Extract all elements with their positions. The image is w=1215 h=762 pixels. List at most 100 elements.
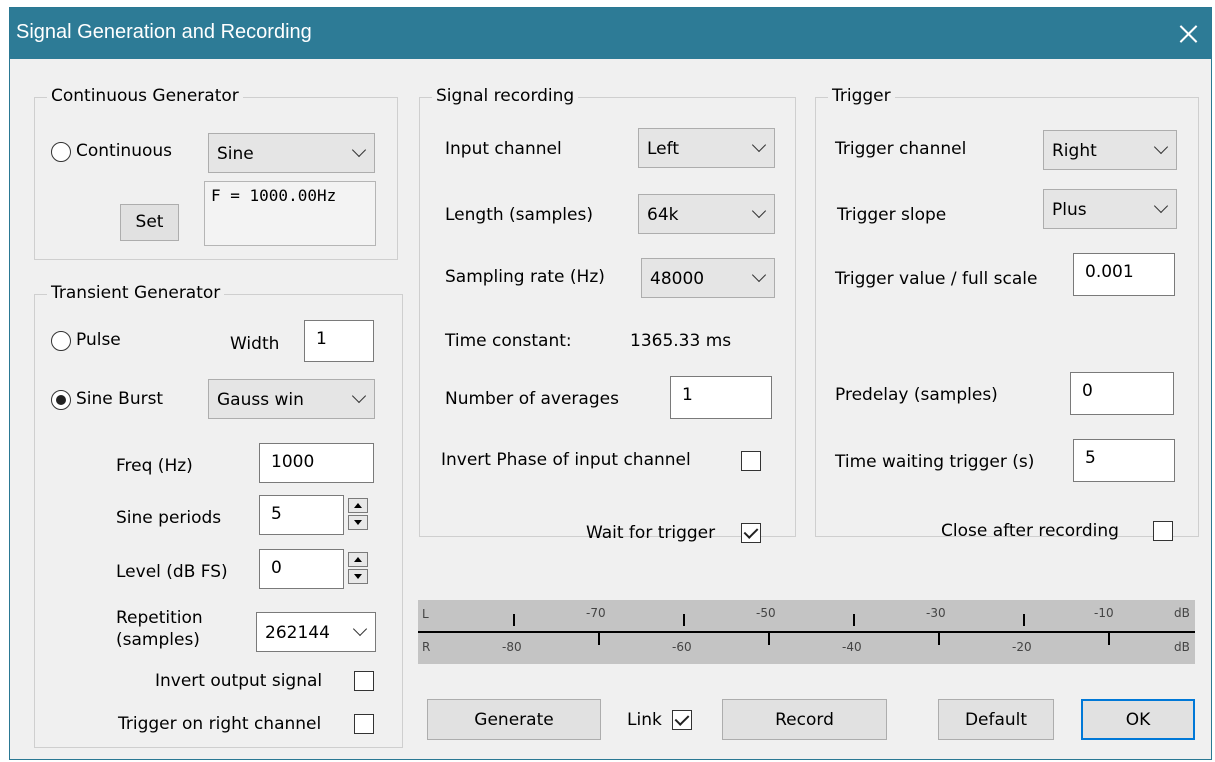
trigger-value-input[interactable]: 0.001 xyxy=(1073,253,1175,296)
window-title: Signal Generation and Recording xyxy=(16,21,312,43)
generate-button[interactable]: Generate xyxy=(427,699,601,740)
default-button[interactable]: Default xyxy=(938,699,1054,740)
meter-tick xyxy=(768,633,770,645)
record-button[interactable]: Record xyxy=(722,699,887,740)
meter-tick xyxy=(683,614,685,626)
link-checkbox[interactable] xyxy=(672,710,692,730)
meter-scale-label: -10 xyxy=(1094,606,1114,620)
time-constant-label: Time constant: xyxy=(445,331,572,351)
repetition-label: Repetition xyxy=(116,608,203,628)
group-title: Signal recording xyxy=(432,86,579,106)
width-input[interactable]: 1 xyxy=(304,320,374,362)
predelay-label: Predelay (samples) xyxy=(835,385,998,405)
meter-scale-label: -80 xyxy=(502,640,522,654)
spin-down-icon[interactable] xyxy=(348,569,368,584)
chevron-down-icon xyxy=(351,388,367,404)
waiting-trigger-label: Time waiting trigger (s) xyxy=(835,452,1035,472)
repetition-value: 262144 xyxy=(265,623,330,643)
wait-trigger-label: Wait for trigger xyxy=(586,523,716,543)
close-after-checkbox[interactable] xyxy=(1153,521,1173,541)
predelay-input[interactable]: 0 xyxy=(1070,372,1174,415)
width-value: 1 xyxy=(316,329,327,349)
chevron-down-icon xyxy=(751,137,767,153)
input-channel-label: Input channel xyxy=(445,139,562,159)
set-button-label: Set xyxy=(135,212,164,232)
averages-value: 1 xyxy=(682,385,693,405)
invert-phase-checkbox[interactable] xyxy=(741,451,761,471)
sine-periods-label: Sine periods xyxy=(116,508,222,528)
generate-button-label: Generate xyxy=(474,710,554,730)
dialog-content: Continuous Generator Continuous Sine Set… xyxy=(10,59,1211,759)
continuous-radio[interactable] xyxy=(51,142,71,162)
level-label: Level (dB FS) xyxy=(116,562,228,582)
meter-tick xyxy=(1108,633,1110,645)
length-select[interactable]: 64k xyxy=(638,194,775,234)
wait-trigger-checkbox[interactable] xyxy=(741,523,761,543)
group-title: Trigger xyxy=(828,86,895,106)
sine-periods-input[interactable]: 5 xyxy=(259,495,344,535)
trigger-channel-value: Right xyxy=(1052,141,1097,161)
length-value: 64k xyxy=(647,205,679,225)
ok-button[interactable]: OK xyxy=(1081,699,1195,740)
trigger-slope-label: Trigger slope xyxy=(837,205,947,225)
freq-value: 1000 xyxy=(271,452,315,472)
width-label: Width xyxy=(230,334,280,354)
trigger-channel-label: Trigger channel xyxy=(835,139,967,159)
trigger-right-label: Trigger on right channel xyxy=(118,714,322,734)
waiting-trigger-value: 5 xyxy=(1085,448,1096,468)
length-label: Length (samples) xyxy=(445,205,593,225)
sine-burst-radio-label: Sine Burst xyxy=(76,389,164,409)
chevron-down-icon xyxy=(751,203,767,219)
pulse-radio[interactable] xyxy=(51,331,71,351)
averages-input[interactable]: 1 xyxy=(670,376,772,419)
sampling-rate-select[interactable]: 48000 xyxy=(641,258,775,298)
chevron-down-icon xyxy=(352,621,368,637)
input-channel-select[interactable]: Left xyxy=(638,128,775,168)
freq-input[interactable]: 1000 xyxy=(259,443,374,483)
chevron-down-icon xyxy=(1153,139,1169,155)
waveform-value: Sine xyxy=(217,144,254,164)
meter-divider xyxy=(418,631,1195,633)
time-constant-value: 1365.33 ms xyxy=(630,331,732,351)
meter-scale-label: -60 xyxy=(672,640,692,654)
group-title: Transient Generator xyxy=(47,283,225,303)
meter-scale-label: -70 xyxy=(586,606,606,620)
sine-burst-radio[interactable] xyxy=(51,390,71,410)
meter-tick xyxy=(513,614,515,626)
meter-tick xyxy=(938,633,940,645)
level-value: 0 xyxy=(271,558,282,578)
meter-scale-label: -50 xyxy=(756,606,776,620)
burst-window-select[interactable]: Gauss win xyxy=(208,379,375,419)
input-channel-value: Left xyxy=(647,139,679,159)
close-icon[interactable] xyxy=(1165,8,1211,59)
trigger-right-checkbox[interactable] xyxy=(354,714,374,734)
averages-label: Number of averages xyxy=(445,389,619,409)
meter-left-channel: L xyxy=(422,607,429,621)
record-button-label: Record xyxy=(775,710,834,730)
set-button[interactable]: Set xyxy=(120,204,179,241)
waiting-trigger-input[interactable]: 5 xyxy=(1073,439,1175,482)
sine-periods-spinner[interactable] xyxy=(348,498,368,530)
meter-tick xyxy=(1023,614,1025,626)
meter-scale-label: -40 xyxy=(842,640,862,654)
level-meter: L R -70 -50 -30 -10 dB -80 -60 -40 -20 d… xyxy=(418,600,1195,664)
meter-tick xyxy=(853,614,855,626)
spin-up-icon[interactable] xyxy=(348,498,368,513)
level-input[interactable]: 0 xyxy=(259,549,344,589)
meter-scale-label: -20 xyxy=(1012,640,1032,654)
title-bar[interactable]: Signal Generation and Recording xyxy=(10,8,1211,59)
spin-up-icon[interactable] xyxy=(348,552,368,567)
trigger-slope-value: Plus xyxy=(1052,200,1087,220)
waveform-select[interactable]: Sine xyxy=(208,133,375,173)
spin-down-icon[interactable] xyxy=(348,515,368,530)
ok-button-label: OK xyxy=(1125,710,1151,730)
burst-window-value: Gauss win xyxy=(217,390,304,410)
invert-output-label: Invert output signal xyxy=(155,671,323,691)
invert-output-checkbox[interactable] xyxy=(354,671,374,691)
repetition-select[interactable]: 262144 xyxy=(256,612,376,652)
level-spinner[interactable] xyxy=(348,552,368,584)
trigger-slope-select[interactable]: Plus xyxy=(1043,189,1177,229)
trigger-value-label: Trigger value / full scale xyxy=(835,269,1038,289)
trigger-channel-select[interactable]: Right xyxy=(1043,130,1177,170)
close-after-label: Close after recording xyxy=(941,521,1119,541)
